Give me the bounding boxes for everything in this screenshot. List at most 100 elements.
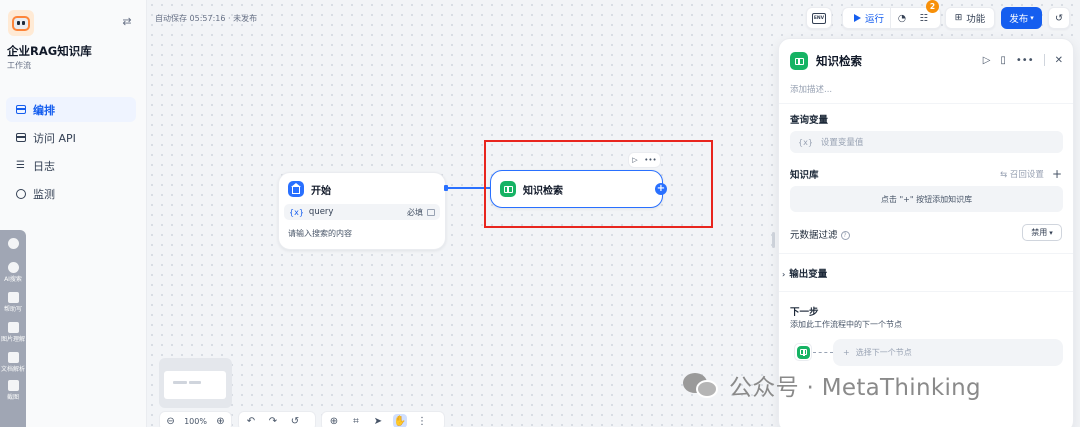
dock-label: AI搜索 [4, 276, 22, 283]
zoom-level[interactable]: 100% [184, 417, 207, 426]
dock-label: 截图 [6, 394, 19, 401]
hand-icon[interactable]: ✋ [393, 414, 407, 427]
book-icon [790, 52, 808, 70]
run-step-icon[interactable]: ▷ [983, 55, 991, 66]
zoom-controls: ⊖ 100% ⊕ [159, 411, 232, 427]
knowledge-base-empty: 点击 "+" 按钮添加知识库 [790, 186, 1063, 212]
dock-label: 帮助写 [3, 306, 22, 313]
run-label: 运行 [864, 14, 884, 25]
output-variables-toggle[interactable]: › 输出变量 [782, 266, 827, 280]
sidebar-item-logs[interactable]: ☰ 日志 [6, 153, 136, 178]
env-button[interactable]: ENV [806, 7, 832, 29]
run-button[interactable]: 运行 [848, 8, 891, 28]
chevron-right-icon: › [782, 270, 786, 279]
dock-item-image[interactable]: 图片理解 [0, 322, 26, 343]
dashboard-icon [15, 188, 26, 199]
help-icon[interactable]: ? [840, 231, 850, 240]
redo-icon[interactable]: ↷ [266, 414, 280, 427]
undo-redo-controls: ↶ ↷ ↺ [238, 411, 316, 427]
metadata-filter-text: 元数据过滤 [790, 230, 838, 241]
shield-icon[interactable] [0, 238, 26, 250]
run-history-button[interactable]: ◔ [891, 8, 913, 28]
description-input[interactable]: 添加描述... [790, 83, 832, 95]
next-step-description: 添加此工作流程中的下一个节点 [790, 320, 902, 329]
camera-icon [7, 380, 19, 391]
current-node-icon [794, 343, 812, 361]
run-toolbar-group: 运行 ◔ ☷ 2 [842, 0, 941, 29]
close-icon[interactable]: ✕ [1055, 55, 1063, 66]
help-doc-icon[interactable]: ▯ [1000, 55, 1006, 66]
dock-label: 图片理解 [0, 336, 25, 343]
clock-icon: ◔ [897, 12, 907, 24]
sidebar-nav: 编排 访问 API ☰ 日志 监测 [6, 97, 136, 209]
dock-item-screenshot[interactable]: 截图 [0, 380, 26, 401]
add-note-icon[interactable]: ⌗ [349, 414, 363, 427]
divider [779, 291, 1073, 292]
divider [779, 103, 1073, 104]
divider [1043, 54, 1045, 66]
wechat-logo-icon [683, 371, 719, 399]
app-name: 企业RAG知识库 [7, 44, 92, 58]
zoom-out-icon[interactable]: ⊖ [165, 414, 176, 427]
dock-item-doc[interactable]: 文档解析 [0, 352, 26, 373]
panel-resize-handle[interactable] [772, 232, 775, 248]
dock-item-ai-search[interactable]: AI搜索 [0, 262, 26, 283]
knowledge-base-label: 知识库 [790, 170, 819, 181]
required-label: 必填 [407, 207, 423, 217]
dock-label: 文档解析 [0, 366, 25, 373]
source-handle[interactable] [444, 185, 448, 191]
output-variables-label: 输出变量 [789, 269, 828, 280]
add-block-icon[interactable]: ⊕ [327, 414, 341, 427]
document-icon [7, 352, 19, 363]
metadata-filter-select[interactable]: 禁用 ▾ [1022, 224, 1062, 241]
sidebar-item-label: 编排 [33, 103, 55, 117]
add-knowledge-button[interactable]: + [1052, 167, 1062, 181]
start-node[interactable]: 开始 {x} query 必填 请输入搜索的内容 [278, 172, 446, 250]
version-history-button[interactable]: ↺ [1048, 7, 1070, 29]
organize-icon[interactable]: ⋮ [415, 414, 429, 427]
autosave-status: 自动保存 05:57:16 · 未发布 [155, 14, 258, 23]
sidebar-item-orchestrate[interactable]: 编排 [6, 97, 136, 122]
query-variable-placeholder: 设置变量值 [820, 138, 864, 148]
select-next-node-button[interactable]: + 选择下一个节点 [833, 339, 1063, 366]
chevron-down-icon: ▾ [1049, 228, 1053, 237]
collapse-sidebar-icon[interactable]: ⇄ [120, 15, 134, 29]
env-icon: ENV [812, 12, 826, 24]
history-icon: ↺ [1055, 12, 1063, 24]
pointer-icon[interactable]: ➤ [371, 414, 385, 427]
query-variable-input[interactable]: {x} 设置变量值 [790, 131, 1063, 153]
annotation-highlight-box [484, 140, 713, 228]
publish-button[interactable]: 发布 ▾ [1001, 7, 1042, 29]
undo-icon[interactable]: ↶ [244, 414, 258, 427]
app-type: 工作流 [7, 61, 31, 70]
file-list-icon: ☰ [16, 160, 25, 171]
select-next-node-label: 选择下一个节点 [855, 348, 912, 357]
start-variable-row: {x} query 必填 [284, 204, 440, 220]
minimap[interactable] [159, 358, 232, 408]
sidebar-item-label: 访问 API [33, 131, 76, 145]
checklist-button[interactable]: ☷ 2 [913, 0, 939, 28]
minimap-viewport [164, 371, 226, 399]
pen-icon [7, 292, 19, 303]
features-icon: ⊞ [954, 13, 963, 23]
watermark: 公众号 · MetaThinking [683, 368, 981, 402]
history-icon[interactable]: ↺ [288, 414, 302, 427]
sidebar-item-monitor[interactable]: 监测 [6, 181, 136, 206]
sidebar-item-label: 监测 [33, 187, 55, 201]
features-label: 功能 [966, 14, 986, 25]
play-icon [853, 14, 861, 22]
minimap-node [173, 381, 187, 384]
sidebar-item-api[interactable]: 访问 API [6, 125, 136, 150]
dock-item-write[interactable]: 帮助写 [0, 292, 26, 313]
recall-settings-label: 召回设置 [1009, 170, 1044, 180]
terminal-icon [15, 132, 26, 143]
variable-name: query [308, 207, 334, 217]
recall-settings-button[interactable]: ⇆ 召回设置 [1000, 168, 1044, 180]
variable-icon: {x} [798, 137, 813, 147]
features-button[interactable]: ⊞ 功能 [945, 7, 995, 29]
divider [779, 253, 1073, 254]
more-icon[interactable]: ••• [1016, 55, 1034, 66]
connector-line [813, 352, 833, 353]
plus-icon: + [843, 348, 850, 357]
zoom-in-icon[interactable]: ⊕ [215, 414, 226, 427]
